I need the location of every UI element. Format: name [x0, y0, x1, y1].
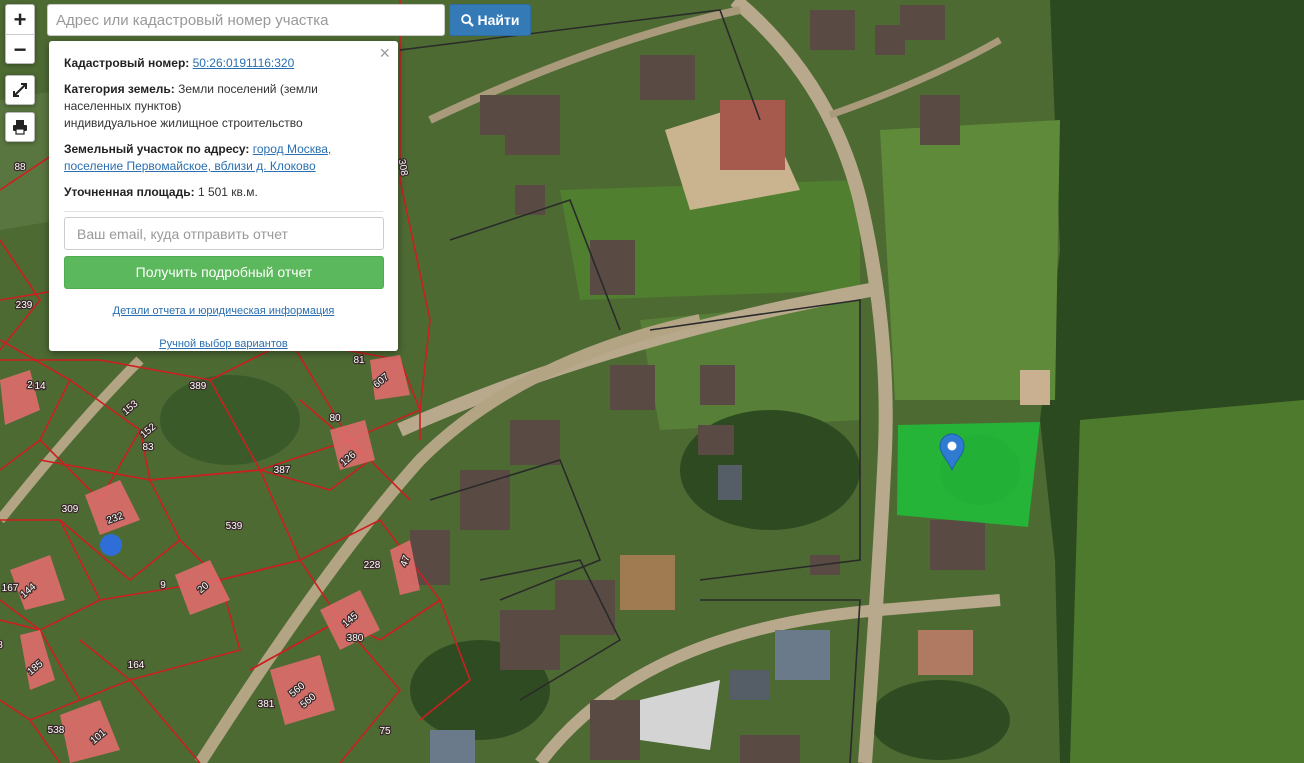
- get-report-button[interactable]: Получить подробный отчет: [64, 256, 384, 289]
- parcel-number-label: 387: [274, 465, 291, 476]
- parcel-number-label: 538: [48, 725, 65, 736]
- land-category-value-3: индивидуальное жилищное строительство: [64, 116, 303, 130]
- parcel-number-label: 560: [298, 691, 318, 710]
- parcel-number-label: 75: [379, 726, 391, 737]
- parcel-number-label: 239: [16, 300, 33, 311]
- parcel-number-label: 389: [190, 381, 207, 392]
- parcel-number-label: 152: [138, 421, 158, 440]
- parcel-number-label: 167: [2, 583, 19, 594]
- report-details-link[interactable]: Детали отчета и юридическая информация: [113, 305, 335, 317]
- cadastral-number-label: Кадастровый номер:: [64, 56, 190, 70]
- parcel-number-label: 228: [364, 560, 381, 571]
- close-icon[interactable]: ×: [379, 44, 390, 62]
- address-label: Земельный участок по адресу:: [64, 142, 250, 156]
- land-category-label: Категория земель:: [64, 82, 175, 96]
- parcel-number-label: 145: [340, 610, 360, 629]
- manual-link-row: Ручной выбор вариантов: [64, 336, 383, 353]
- cadastral-number-row: Кадастровый номер: 50:26:0191116:320: [64, 55, 383, 72]
- search-button-label: Найти: [477, 12, 520, 28]
- parcel-number-label: 185: [25, 658, 45, 677]
- parcel-number-label: 14: [34, 381, 46, 392]
- parcel-number-label: 47: [399, 554, 413, 569]
- parcel-number-label: 80: [329, 413, 341, 424]
- address-link-2[interactable]: поселение Первомайское, вблизи д. Клоков…: [64, 159, 316, 173]
- zoom-out-button[interactable]: −: [6, 35, 34, 64]
- search-icon: [460, 13, 474, 27]
- parcel-number-label: 9: [160, 580, 166, 591]
- address-row: Земельный участок по адресу: город Москв…: [64, 141, 383, 175]
- parcel-number-label: 144: [18, 581, 38, 600]
- parcel-info-popup: × Кадастровый номер: 50:26:0191116:320 К…: [49, 41, 398, 351]
- expand-icon: [13, 83, 27, 97]
- land-category-value-1: Земли поселений (земли: [178, 82, 318, 96]
- email-field[interactable]: [64, 217, 384, 250]
- parcel-number-label: 380: [347, 633, 364, 644]
- manual-selection-link[interactable]: Ручной выбор вариантов: [159, 338, 287, 350]
- parcel-number-label: 126: [338, 449, 358, 468]
- land-category-row: Категория земель: Земли поселений (земли…: [64, 81, 383, 132]
- cadastral-number-link[interactable]: 50:26:0191116:320: [193, 56, 295, 70]
- parcel-number-label: 607: [371, 371, 391, 390]
- print-icon: [13, 120, 27, 135]
- print-button[interactable]: [5, 112, 35, 142]
- details-link-row: Детали отчета и юридическая информация: [64, 303, 383, 320]
- search-input[interactable]: [47, 4, 445, 36]
- parcel-number-label: 20: [196, 580, 212, 596]
- parcel-number-label: 8: [0, 640, 3, 651]
- land-category-value-2: населенных пунктов): [64, 99, 182, 113]
- parcel-number-label: 164: [128, 660, 145, 671]
- zoom-control: + −: [5, 4, 35, 64]
- area-row: Уточненная площадь: 1 501 кв.м.: [64, 184, 383, 201]
- parcel-number-label: 232: [105, 510, 125, 526]
- zoom-in-button[interactable]: +: [6, 5, 34, 35]
- parcel-number-label: 381: [258, 699, 275, 710]
- parcel-number-label: 83: [142, 442, 154, 453]
- parcel-number-label: 539: [226, 521, 243, 532]
- parcel-number-label: 153: [120, 398, 140, 417]
- parcel-number-label: 81: [353, 355, 365, 366]
- parcel-number-label: 88: [14, 162, 26, 173]
- search-button[interactable]: Найти: [449, 4, 531, 36]
- fullscreen-button[interactable]: [5, 75, 35, 105]
- address-link-1[interactable]: город Москва,: [253, 142, 332, 156]
- parcel-number-label: 309: [62, 504, 79, 515]
- parcel-number-label: 101: [88, 727, 108, 746]
- divider: [64, 211, 383, 212]
- area-value: 1 501 кв.м.: [197, 185, 258, 199]
- parcel-number-label: 2: [27, 380, 33, 391]
- area-label: Уточненная площадь:: [64, 185, 195, 199]
